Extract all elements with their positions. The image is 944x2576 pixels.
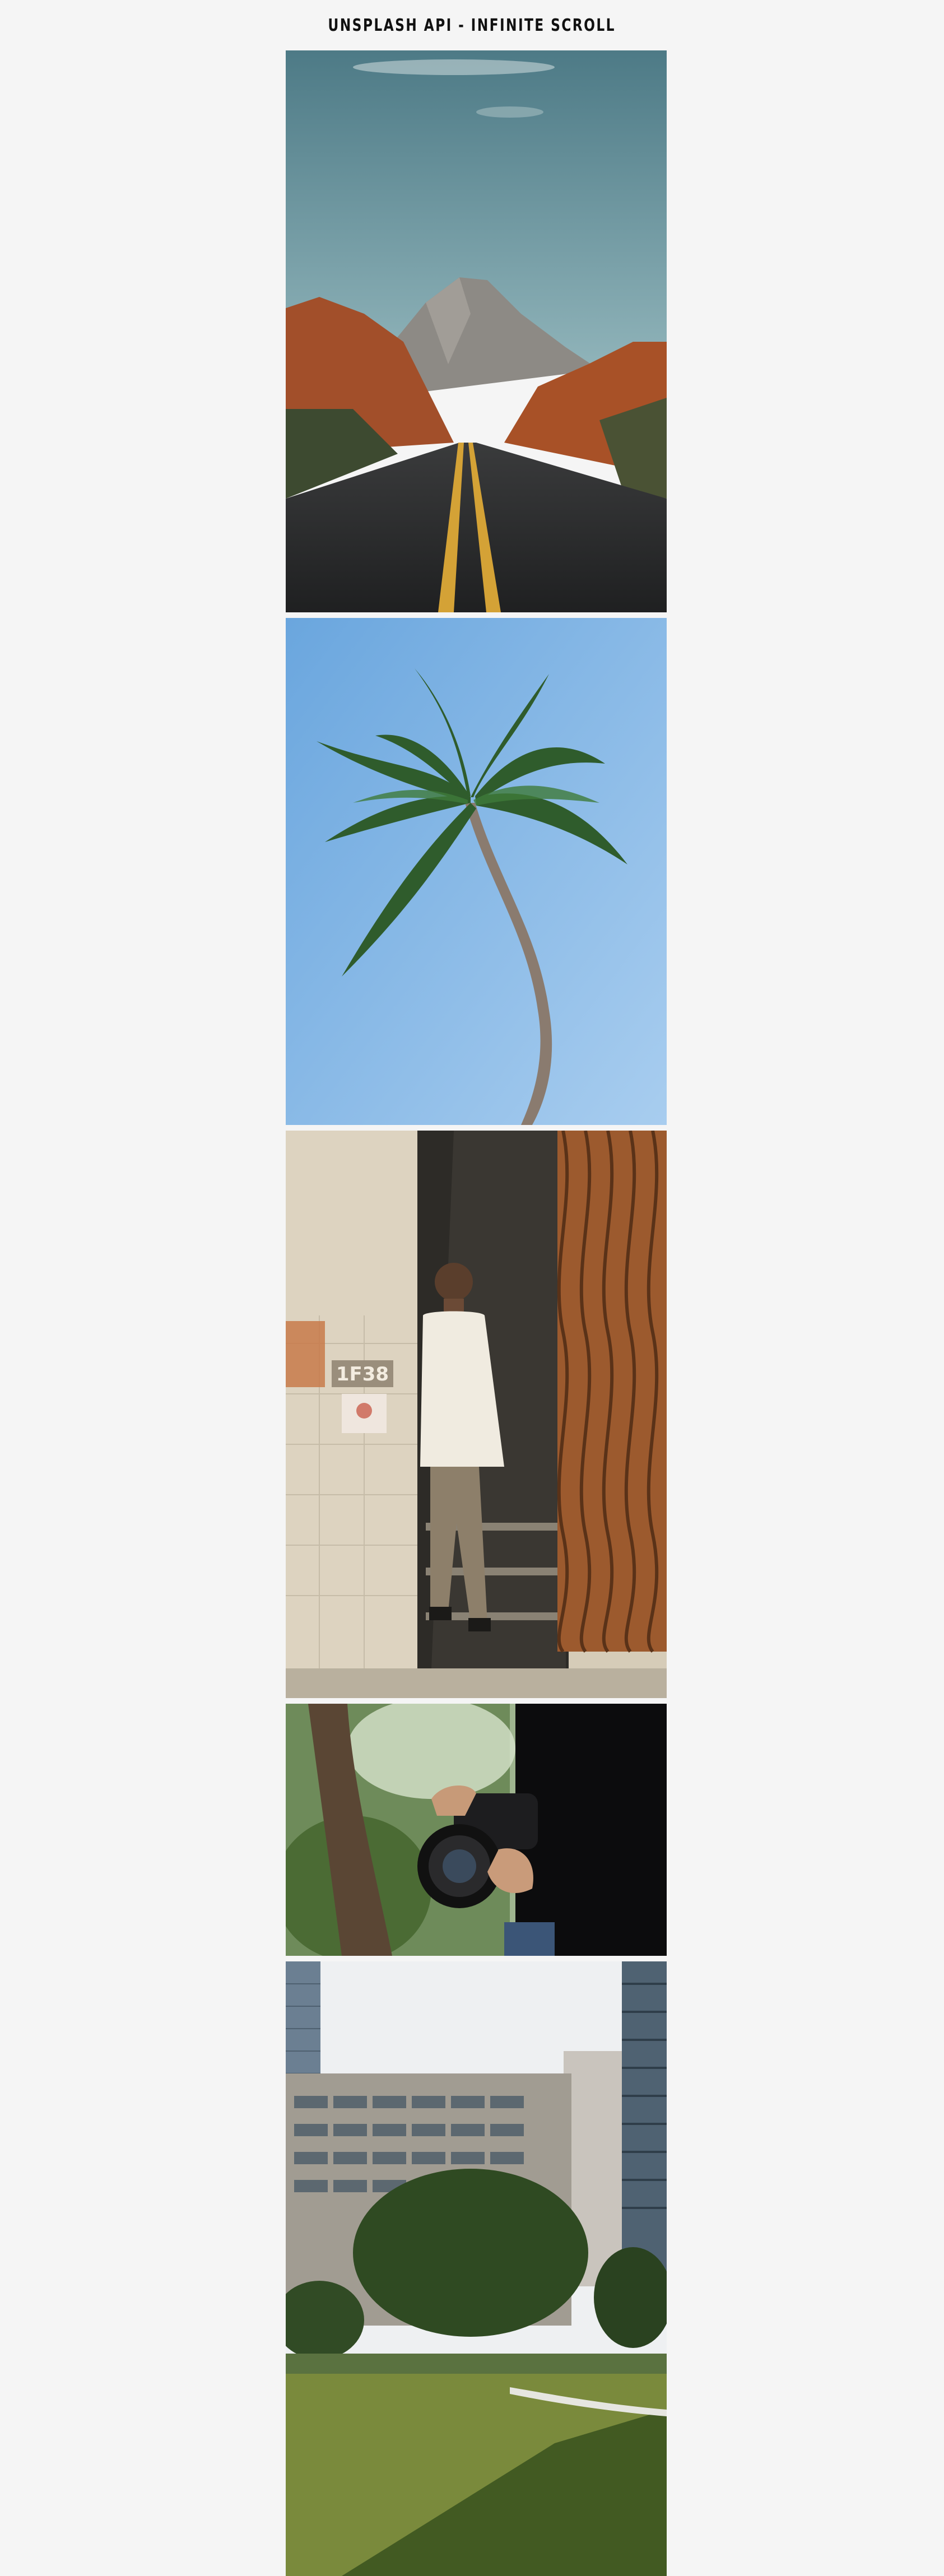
page-header: UNSPLASH API - INFINITE SCROLL	[0, 0, 944, 50]
city-park-image	[286, 1961, 667, 2576]
photo-desert-road[interactable]	[286, 50, 667, 612]
desert-road-image	[286, 50, 667, 612]
man-doorway-image: 1F38	[286, 1131, 667, 1698]
photo-man-doorway[interactable]: 1F38	[286, 1131, 667, 1698]
photo-camera-hands[interactable]	[286, 1704, 667, 1956]
page-title: UNSPLASH API - INFINITE SCROLL	[328, 15, 616, 35]
camera-hands-image	[286, 1704, 667, 1956]
photo-palm-tree[interactable]	[286, 618, 667, 1125]
palm-tree-image	[286, 618, 667, 1125]
photo-city-park[interactable]	[286, 1961, 667, 2576]
sign-1f38: 1F38	[336, 1363, 389, 1385]
